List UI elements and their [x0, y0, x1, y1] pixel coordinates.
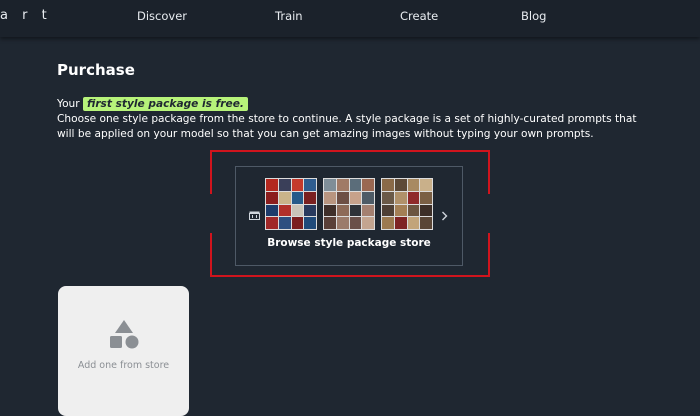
browse-store-label: Browse style package store [267, 237, 431, 249]
free-package-highlight: first style package is free. [82, 97, 248, 111]
add-from-store-label: Add one from store [77, 360, 170, 371]
purchase-description: Your first style package is free. Choose… [57, 97, 647, 142]
thumbnail-portraits [323, 178, 375, 230]
top-navbar: a r t Discover Train Create Blog [0, 0, 700, 37]
nav-blog[interactable]: Blog [521, 9, 546, 23]
nav-create[interactable]: Create [400, 9, 438, 23]
brand-logo[interactable]: a r t [0, 8, 52, 23]
page-title: Purchase [57, 61, 135, 79]
store-icon [249, 211, 260, 220]
add-from-store-card[interactable]: Add one from store [58, 286, 189, 416]
nav-discover[interactable]: Discover [137, 9, 187, 23]
intro-prefix: Your [57, 98, 83, 110]
nav-train[interactable]: Train [275, 9, 303, 23]
chevron-right-icon [442, 211, 448, 221]
thumbnail-pets [381, 178, 433, 230]
browse-store-card[interactable]: Browse style package store [235, 166, 463, 266]
intro-body: Choose one style package from the store … [57, 113, 637, 140]
shapes-icon [110, 320, 139, 349]
thumbnail-heroes [265, 178, 317, 230]
